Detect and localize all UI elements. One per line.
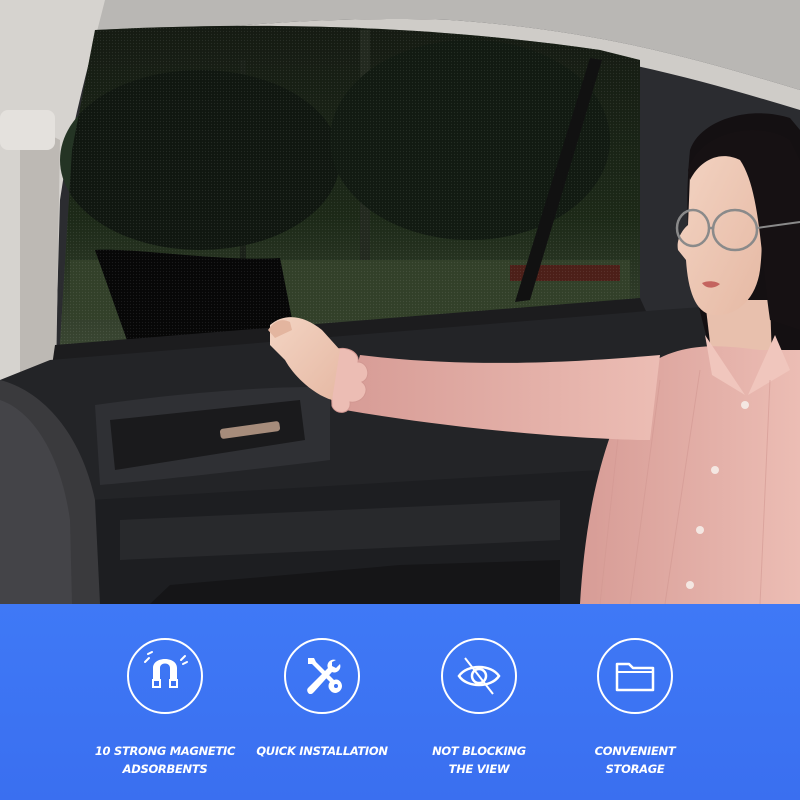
feature-label-line1: NOT BLOCKING xyxy=(432,744,526,758)
tools-icon xyxy=(284,638,360,714)
feature-banner: 10 STRONG MAGNETIC ADSORBENTS QUICK INST… xyxy=(0,604,800,800)
feature-label-line2: ADSORBENTS xyxy=(122,762,208,776)
feature-magnetic: 10 STRONG MAGNETIC ADSORBENTS xyxy=(90,638,240,778)
feature-storage: CONVENIENT STORAGE xyxy=(560,638,710,778)
magnet-icon xyxy=(127,638,203,714)
feature-label-line1: 10 STRONG MAGNETIC xyxy=(94,744,236,758)
folder-icon xyxy=(597,638,673,714)
feature-installation: QUICK INSTALLATION xyxy=(247,638,397,760)
eye-slash-icon xyxy=(441,638,517,714)
feature-label-line2: THE VIEW xyxy=(448,762,510,776)
feature-view: NOT BLOCKING THE VIEW xyxy=(404,638,554,778)
product-photo xyxy=(0,0,800,604)
feature-label-line1: CONVENIENT xyxy=(594,744,676,758)
feature-label-line1: QUICK INSTALLATION xyxy=(256,744,388,758)
feature-label-line2: STORAGE xyxy=(605,762,665,776)
